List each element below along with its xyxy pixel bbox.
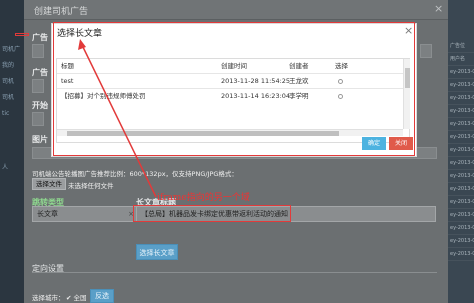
- annotation-text: iframe指向的另一个域: [157, 193, 250, 203]
- annotation-arrow: [78, 39, 157, 198]
